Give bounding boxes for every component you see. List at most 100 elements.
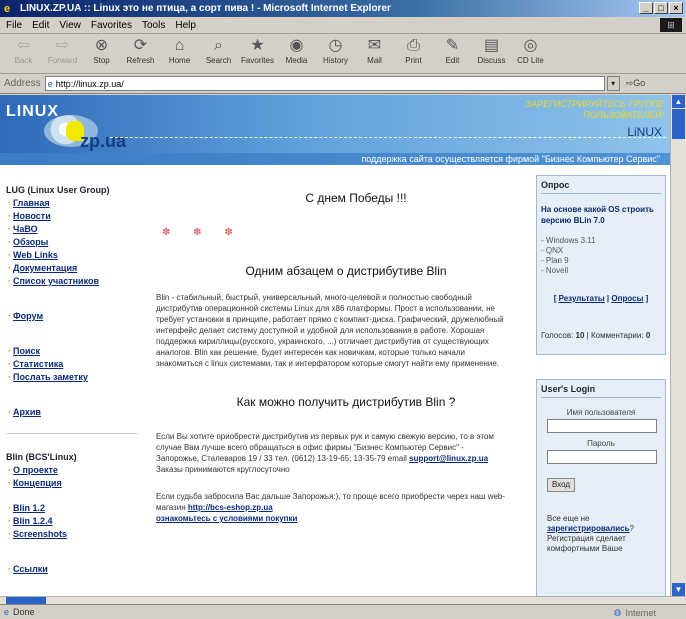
nav-home[interactable]: Главная (6, 197, 150, 210)
purchase-terms-link[interactable]: ознакомьтесь с условиями покупки (156, 514, 297, 523)
eshop-link[interactable]: http://bcs-eshop.zp.ua (188, 503, 273, 512)
nav-reviews[interactable]: Обзоры (6, 236, 150, 249)
poll-option[interactable]: - Novell (541, 266, 661, 276)
nav-screenshots[interactable]: Screenshots (6, 528, 150, 541)
horizontal-scrollbar[interactable] (0, 596, 686, 604)
address-input[interactable]: e http://linux.zp.ua/ (44, 76, 605, 91)
window-title: LINUX.ZP.UA :: Linux это не птица, а сор… (20, 3, 391, 14)
nav-concept[interactable]: Концепция (6, 477, 150, 490)
favorites-button[interactable]: ★ Favorites (238, 34, 277, 72)
scroll-thumb[interactable] (672, 109, 685, 139)
menu-bar: File Edit View Favorites Tools Help ⊞ (0, 17, 686, 34)
site-logo-text[interactable]: LINUX (6, 103, 59, 121)
comments-label: Комментарии: (590, 331, 644, 340)
site-banner: LINUX zp.ua ЗАРЕГИСТРИРУЙТЕСЬ ГРУППЕ ПОЛ… (0, 95, 670, 153)
address-url: http://linux.zp.ua/ (55, 78, 124, 89)
menu-view[interactable]: View (59, 20, 81, 31)
forward-button[interactable]: ⇨ Forward (43, 34, 82, 72)
vertical-scrollbar[interactable]: ▲ ▼ (670, 95, 686, 596)
poll-links: [ Результаты | Опросы ] (553, 294, 649, 303)
poll-counts: Голосов: 10 | Комментарии: 0 (541, 331, 651, 340)
address-bar: Address e http://linux.zp.ua/ ▾ ⇨Go (0, 74, 686, 94)
toolbar-button-label: Search (205, 56, 232, 65)
globe-icon: ◍ (613, 607, 622, 617)
go-button[interactable]: ⇨Go (626, 78, 646, 89)
menu-tools[interactable]: Tools (142, 20, 165, 31)
poll-archive-link[interactable]: Опросы (611, 294, 643, 303)
toolbar-button-label: Edit (445, 56, 460, 65)
minimize-button[interactable]: _ (639, 2, 653, 14)
print-icon: ⎙ (407, 37, 420, 54)
nav-members[interactable]: Список участников (6, 275, 150, 288)
home-icon: ⌂ (174, 37, 185, 54)
scroll-down-arrow-icon[interactable]: ▼ (672, 583, 685, 596)
nav-search[interactable]: Поиск (6, 345, 150, 358)
eshop-paragraph: Если судьба забросила Вас дальше Запорож… (156, 491, 506, 524)
nav-web-links[interactable]: Web Links (6, 249, 150, 262)
nav-docs[interactable]: Документация (6, 262, 150, 275)
refresh-icon: ⟳ (133, 37, 148, 54)
nav-blin-1-2-4[interactable]: Blin 1.2.4 (6, 515, 150, 528)
page-icon: e (47, 78, 53, 89)
zone-label: Internet (625, 607, 656, 618)
toolbar-button-label: Media (285, 56, 308, 65)
nav-links[interactable]: Ссылки (6, 563, 150, 576)
main-content: С днем Победы !!! ✽ ✽ ✽ Одним абзацем о … (156, 165, 536, 596)
home-button[interactable]: ⌂ Home (160, 34, 199, 72)
password-label: Пароль (587, 439, 615, 448)
stop-button[interactable]: ⊗ Stop (82, 34, 121, 72)
horizontal-scroll-thumb[interactable] (6, 597, 46, 604)
history-button[interactable]: ◷ History (316, 34, 355, 72)
mail-button[interactable]: ✉ Mail (355, 34, 394, 72)
nav-faq[interactable]: ЧаВО (6, 223, 150, 236)
menu-edit[interactable]: Edit (32, 20, 49, 31)
support-email-link[interactable]: support@linux.zp.ua (409, 454, 488, 463)
refresh-button[interactable]: ⟳ Refresh (121, 34, 160, 72)
back-button[interactable]: ⇦ Back (4, 34, 43, 72)
username-input[interactable] (547, 419, 657, 433)
address-dropdown-button[interactable]: ▾ (606, 76, 620, 91)
toolbar-button-label: Stop (93, 56, 110, 65)
poll-option[interactable]: - QNX (541, 246, 661, 256)
nav-blin-1-2[interactable]: Blin 1.2 (6, 502, 150, 515)
nav-about-project[interactable]: О проекте (6, 464, 150, 477)
register-link[interactable]: зарегистрировались (547, 524, 629, 533)
poll-option[interactable]: - Windows 3.11 (541, 236, 661, 246)
toolbar-button-label: Print (405, 56, 422, 65)
stop-icon: ⊗ (94, 37, 109, 54)
nav-forum[interactable]: Форум (6, 310, 150, 323)
discuss-button[interactable]: ▤ Discuss (472, 34, 511, 72)
votes-label: Голосов: (541, 331, 574, 340)
maximize-button[interactable]: □ (654, 2, 668, 14)
nav-send-note[interactable]: Послать заметку (6, 371, 150, 384)
menu-file[interactable]: File (6, 20, 22, 31)
edit-button[interactable]: ✎ Edit (433, 34, 472, 72)
search-button[interactable]: ⌕ Search (199, 34, 238, 72)
poll-title: Опрос (541, 180, 661, 194)
banner-slogan: ЗАРЕГИСТРИРУЙТЕСЬ ГРУППЕ ПОЛЬЗОВАТЕЛЕЙ! (525, 99, 664, 120)
back-arrow-icon: ⇦ (16, 37, 31, 54)
sidebar-group-title: LUG (Linux User Group) (6, 185, 110, 195)
nav-archive[interactable]: Архив (6, 406, 150, 419)
menu-favorites[interactable]: Favorites (91, 20, 132, 31)
cd-lite-button[interactable]: ◎ CD Lite (511, 34, 550, 72)
print-button[interactable]: ⎙ Print (394, 34, 433, 72)
poll-results-link[interactable]: Результаты (559, 294, 605, 303)
media-button[interactable]: ◉ Media (277, 34, 316, 72)
title-bar: e LINUX.ZP.UA :: Linux это не птица, а с… (0, 0, 686, 17)
password-input[interactable] (547, 450, 657, 464)
page-viewport: LINUX zp.ua ЗАРЕГИСТРИРУЙТЕСЬ ГРУППЕ ПОЛ… (0, 95, 670, 596)
windows-flag-icon: ⊞ (660, 18, 682, 32)
nav-news[interactable]: Новости (6, 210, 150, 223)
poll-option[interactable]: - Plan 9 (541, 256, 661, 266)
mail-icon: ✉ (367, 37, 382, 54)
nav-stats[interactable]: Статистика (6, 358, 150, 371)
poll-option-label: Novell (545, 266, 569, 275)
status-text: Done (13, 607, 35, 617)
close-button[interactable]: × (669, 2, 683, 14)
menu-help[interactable]: Help (175, 20, 196, 31)
comments-count: 0 (645, 331, 651, 340)
scroll-up-arrow-icon[interactable]: ▲ (672, 95, 685, 108)
site-logo-domain: zp.ua (80, 131, 127, 151)
login-button[interactable]: Вход (547, 478, 575, 492)
